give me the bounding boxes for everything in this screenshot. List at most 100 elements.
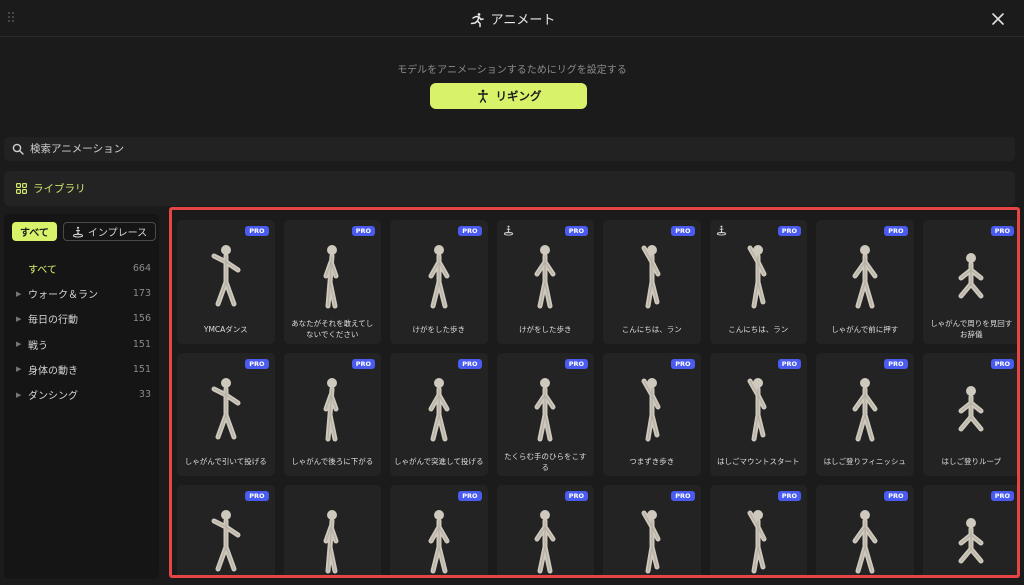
- animation-label: はしごマウントスタート: [717, 457, 800, 466]
- filter-all-chip[interactable]: すべて: [12, 222, 57, 241]
- category-count: 173: [132, 288, 151, 300]
- pro-badge: PRO: [777, 226, 801, 236]
- mannequin-preview: [534, 245, 556, 309]
- animation-label: しゃがんで周りを見回すお辞儀: [930, 319, 1013, 339]
- pro-badge: PRO: [564, 491, 588, 501]
- pro-badge: PRO: [990, 226, 1014, 236]
- category-label: 毎日の行動: [28, 315, 78, 327]
- mannequin-preview: [958, 518, 984, 564]
- animation-card[interactable]: PRO: [603, 485, 701, 575]
- animation-grid: PRO YMCAダンス PRO あなたがそれを敢えてしないでください PRO けがをした歩…: [177, 220, 1017, 575]
- rigging-button-label: リギング: [495, 89, 542, 103]
- mannequin-preview: [852, 245, 878, 309]
- animation-card[interactable]: PRO しゃがんで周りを見回すお辞儀: [922, 220, 1017, 344]
- animation-card[interactable]: ゆっくりとしたはしご: [283, 485, 381, 575]
- animation-label: こんにちは、ラン: [728, 324, 789, 334]
- pro-badge: PRO: [351, 358, 375, 369]
- pro-badge: PRO: [884, 358, 908, 369]
- category-item[interactable]: ▶ ウォーク＆ラン 173: [4, 281, 159, 306]
- animation-card[interactable]: PRO YMCAダンス: [177, 220, 275, 344]
- category-count: 151: [132, 363, 151, 375]
- category-item[interactable]: すべて 664: [4, 256, 159, 281]
- category-count: 156: [132, 313, 151, 325]
- animation-card[interactable]: PRO しゃがんで突進して投げる: [390, 352, 488, 476]
- animation-label: しゃがんで前に押す: [831, 324, 899, 334]
- mannequin-preview: [747, 245, 767, 309]
- animation-card[interactable]: PRO けがをした歩き: [496, 220, 594, 344]
- animation-card[interactable]: PRO たくらむ手のひらをこする: [496, 352, 594, 476]
- animation-label: はしご登りループ: [941, 457, 1002, 466]
- animation-label: しゃがんで後ろに下がる: [291, 457, 374, 466]
- close-button[interactable]: [988, 9, 1008, 29]
- pro-badge: PRO: [564, 226, 588, 236]
- search-icon: [12, 143, 24, 155]
- animation-card[interactable]: PRO しゃがんで後ろに下がる: [283, 352, 381, 476]
- category-label: ウォーク＆ラン: [28, 290, 98, 302]
- mannequin-preview: [641, 377, 661, 441]
- animation-card[interactable]: PRO あなたがそれを敢えてしないでください: [283, 220, 381, 344]
- animation-card[interactable]: PRO: [177, 485, 275, 575]
- mannequin-preview: [323, 245, 339, 309]
- category-list: すべて 664 ▶ ウォーク＆ラン 173 ▶ 毎日の行動 156 ▶ 戦う 151 ▶ 身体の動き 15…: [4, 256, 159, 407]
- animation-label: あなたがそれを敢えてしないでください: [291, 319, 374, 339]
- pro-badge: PRO: [777, 358, 801, 369]
- inplace-icon: [72, 226, 84, 238]
- pro-badge: PRO: [458, 226, 482, 236]
- animation-label: けがをした歩き: [519, 324, 572, 334]
- chevron-right-icon: ▶: [16, 340, 22, 349]
- title-bar: アニメート: [0, 0, 1024, 37]
- pro-badge: PRO: [458, 491, 482, 501]
- animation-card[interactable]: PRO しゃがんで前に押す: [816, 220, 914, 344]
- animation-label: けがをした歩き: [412, 324, 466, 334]
- mannequin-preview: [747, 510, 767, 574]
- category-count: 33: [138, 389, 151, 401]
- animation-card[interactable]: PRO しゃがんで引いて投げる: [177, 352, 275, 476]
- animation-card[interactable]: PROゆっくり歩いて周りを: [390, 485, 488, 575]
- animation-card[interactable]: PRO: [709, 485, 807, 575]
- inplace-icon: [503, 225, 513, 236]
- mannequin-preview: [211, 377, 241, 439]
- inplace-icon: [716, 225, 726, 236]
- library-tab[interactable]: ライブラリ: [4, 171, 1015, 206]
- pro-badge: PRO: [351, 226, 375, 236]
- category-item[interactable]: ▶ 毎日の行動 156: [4, 306, 159, 331]
- pro-badge: PRO: [990, 358, 1014, 369]
- mannequin-preview: [211, 510, 241, 572]
- animation-card[interactable]: PRO: [922, 485, 1017, 575]
- pro-badge: PRO: [671, 358, 695, 369]
- search-input[interactable]: [30, 143, 330, 155]
- pro-badge: PRO: [884, 491, 908, 501]
- category-label: すべて: [28, 265, 57, 277]
- animation-card[interactable]: PRO こんにちは、ラン: [603, 220, 701, 344]
- animation-card[interactable]: PRO つまずき歩き: [603, 352, 701, 476]
- rigging-button[interactable]: リギング: [430, 83, 587, 109]
- animation-card[interactable]: PRO はしごマウントスタート: [709, 352, 807, 476]
- animation-label: つまずき歩き: [629, 457, 675, 466]
- category-item[interactable]: ▶ 身体の動き 151: [4, 357, 159, 382]
- animation-label: YMCAダンス: [203, 324, 248, 334]
- pro-badge: PRO: [777, 491, 801, 501]
- animation-card[interactable]: PRO はしご登りループ: [922, 352, 1017, 476]
- mannequin-preview: [534, 377, 556, 441]
- library-label: ライブラリ: [33, 183, 86, 195]
- mannequin-preview: [958, 253, 984, 299]
- animation-card[interactable]: PRO: [816, 485, 914, 575]
- animation-card[interactable]: PRO けがをした歩き: [390, 220, 488, 344]
- mannequin-preview: [211, 245, 241, 307]
- filter-inplace-label: インプレース: [87, 228, 148, 239]
- animation-card[interactable]: PRO はしご登りフィニッシュ: [816, 352, 914, 476]
- filter-inplace-chip[interactable]: インプレース: [62, 222, 157, 241]
- animation-card[interactable]: PRO: [496, 485, 594, 575]
- filter-chips: すべて インプレース: [12, 222, 157, 241]
- category-item[interactable]: ▶ ダンシング 33: [4, 382, 159, 407]
- pro-badge: PRO: [671, 491, 695, 501]
- mannequin-preview: [641, 245, 661, 309]
- pro-badge: PRO: [458, 358, 482, 369]
- search-bar: [4, 137, 1015, 161]
- mannequin-preview: [323, 510, 339, 574]
- pro-badge: PRO: [245, 491, 269, 501]
- mannequin-preview: [852, 510, 878, 574]
- animation-card[interactable]: PRO こんにちは、ラン: [709, 220, 807, 344]
- category-item[interactable]: ▶ 戦う 151: [4, 332, 159, 357]
- pro-badge: PRO: [671, 226, 695, 236]
